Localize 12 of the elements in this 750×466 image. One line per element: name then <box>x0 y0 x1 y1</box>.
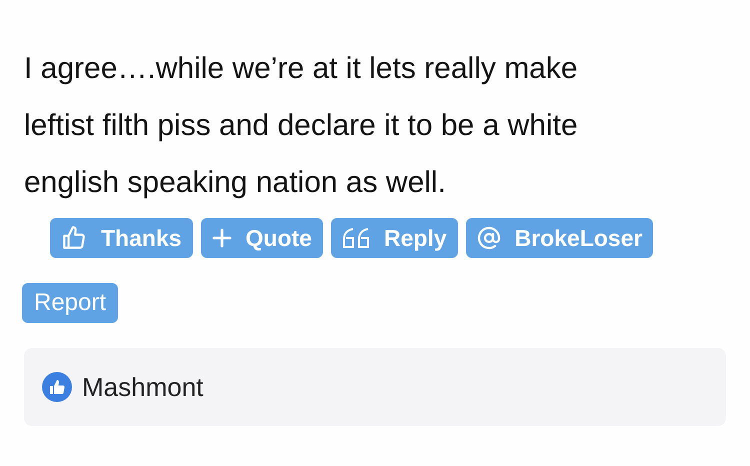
at-sign-icon <box>476 226 501 250</box>
action-button[interactable]: Quote <box>200 218 323 258</box>
post-body: I agree….while we’re at it lets really make leftist filth piss and declare it to be a white english speaking nation as well. <box>24 51 579 201</box>
action-button[interactable]: Thanks <box>50 218 193 258</box>
quote-marks-icon <box>342 227 370 249</box>
plus-icon <box>212 228 232 248</box>
reaction-user-link[interactable]: Mashmont <box>82 368 204 406</box>
thumbs-up-icon <box>61 225 87 251</box>
action-button[interactable]: Reply <box>330 218 458 258</box>
action-button[interactable]: BrokeLoser <box>466 218 654 258</box>
like-reaction-icon <box>42 372 72 402</box>
report-button[interactable]: Report <box>22 283 118 323</box>
